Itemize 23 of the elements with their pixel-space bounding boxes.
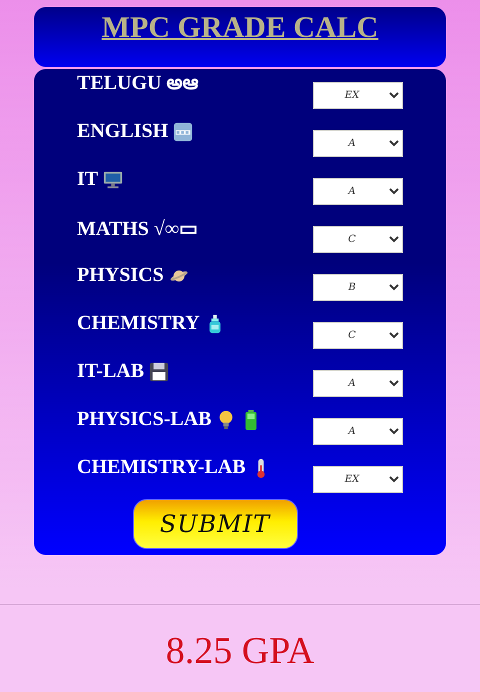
subject-label: PHYSICS-LAB [77,408,212,431]
gpa-result: 8.25 GPA [166,629,314,673]
grade-select[interactable]: C [313,322,403,349]
grade-select[interactable]: C [313,226,403,253]
grade-select[interactable]: EX [313,466,403,493]
grade-select[interactable]: A [313,130,403,157]
monitor-icon [103,170,124,190]
grade-select[interactable]: A [313,370,403,397]
subject-label: IT-LAB [77,360,144,383]
grade-select[interactable]: EX [313,82,403,109]
subject-label: TELUGU అఆ [77,72,198,96]
subject-label: IT [77,168,98,191]
subject-label: PHYSICS [77,264,164,287]
grade-select[interactable]: B [313,274,403,301]
grade-select[interactable]: A [313,418,403,445]
subject-label: MATHS √∞▭ [77,217,198,241]
subject-label: CHEMISTRY-LAB [77,456,246,479]
submit-button[interactable]: SUBMIT [132,499,298,549]
floppy-icon [149,362,170,382]
subject-label: CHEMISTRY [77,312,200,335]
app-title: MPC GRADE CALC [102,11,378,45]
grade-select[interactable]: A [313,178,403,205]
subject-label: ENGLISH [77,120,168,143]
